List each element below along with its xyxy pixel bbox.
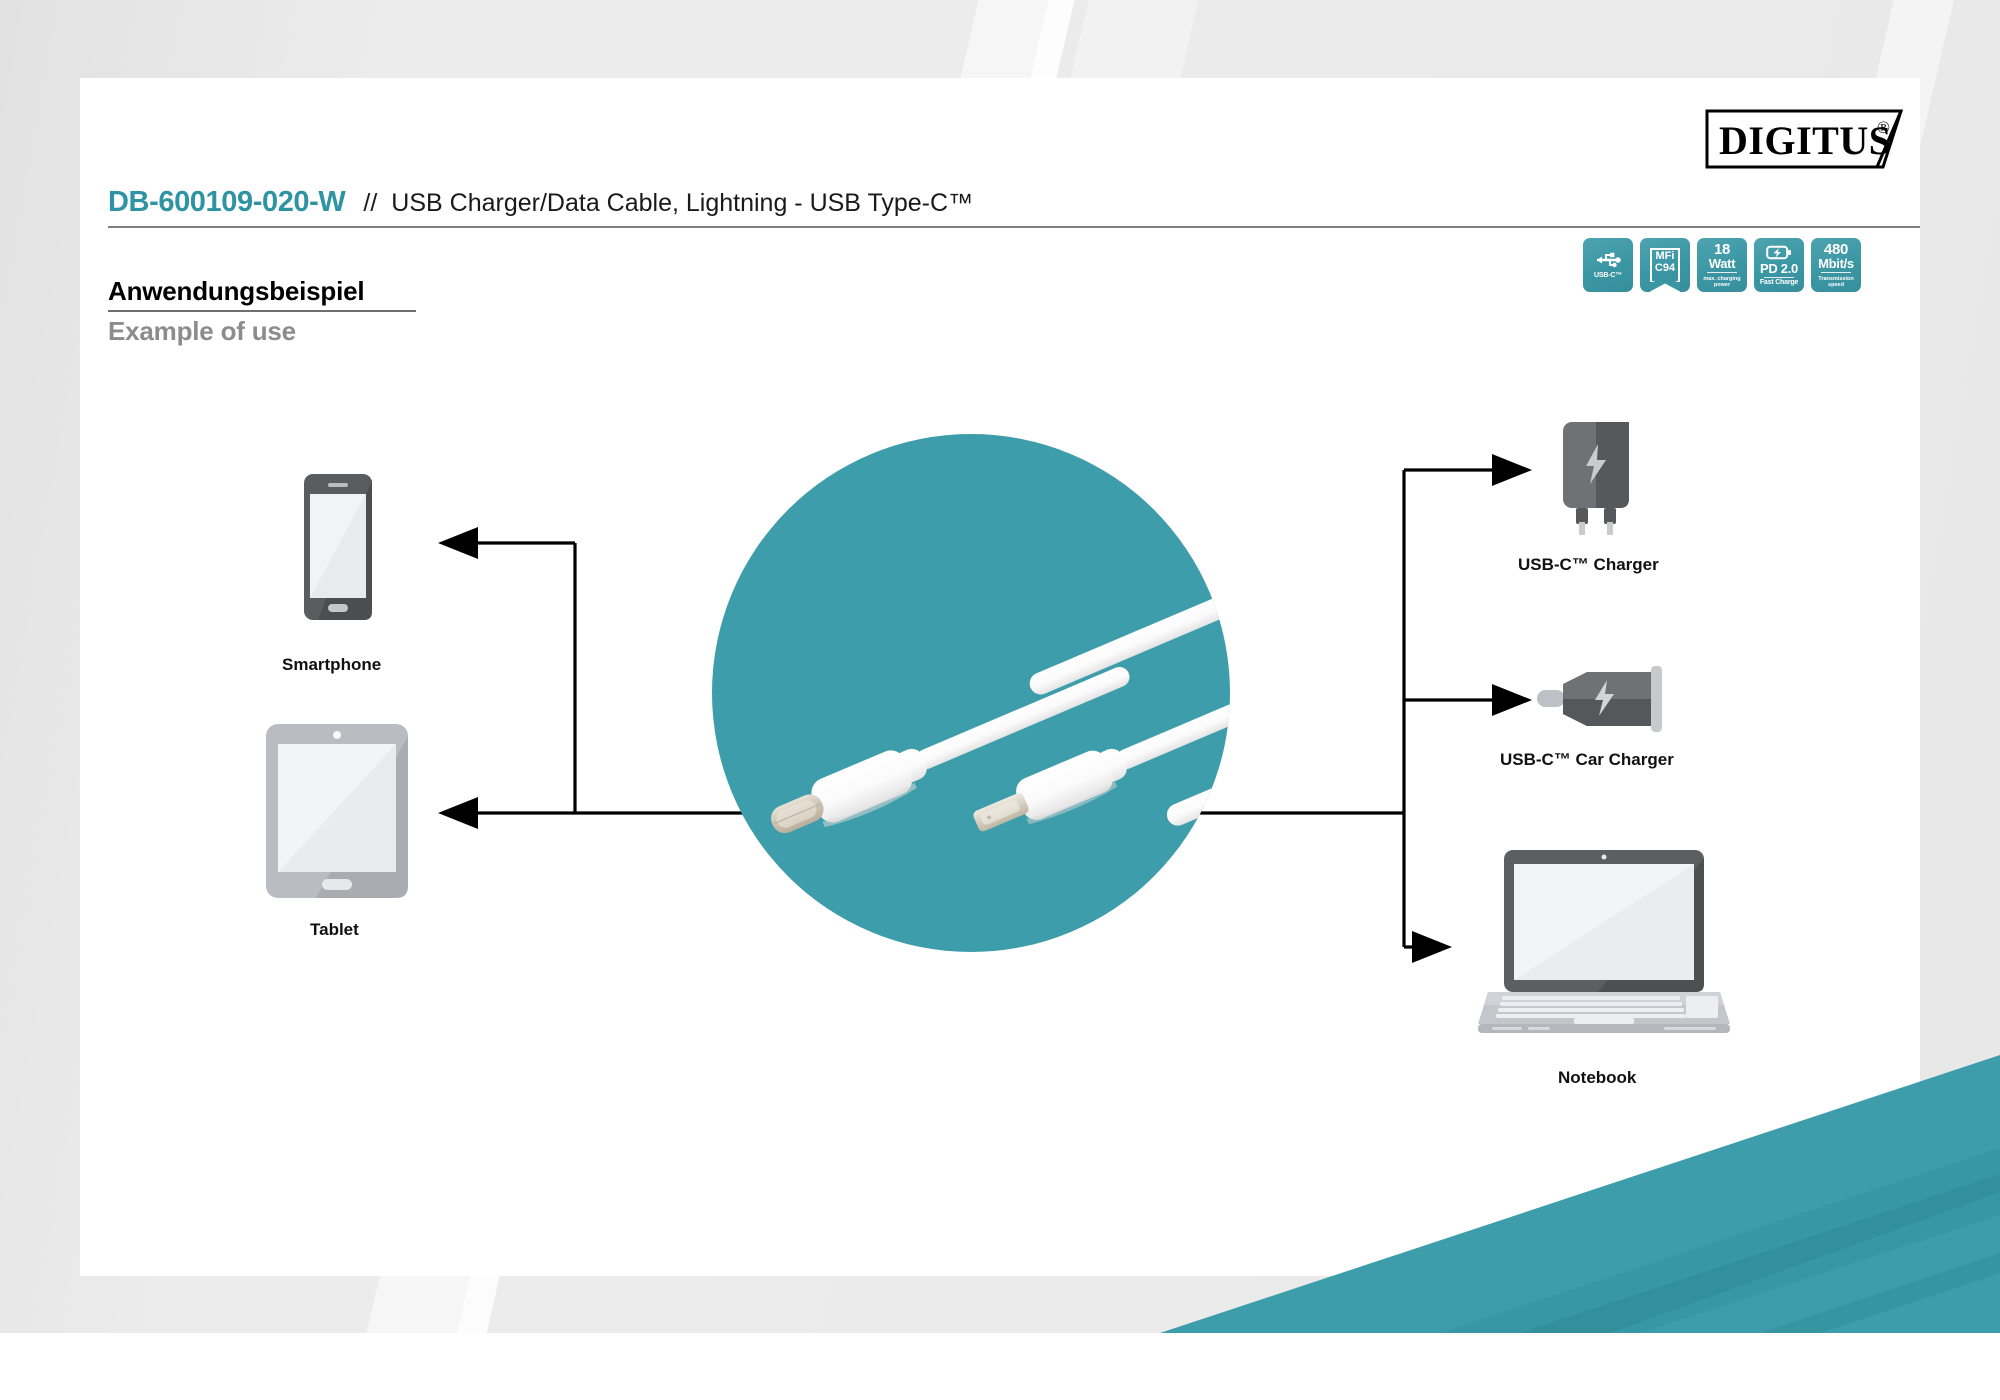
usb-c-car-charger-icon	[1537, 666, 1662, 732]
badge-mfi-line1: MFi	[1655, 250, 1675, 262]
usb-c-charger-icon	[1563, 422, 1629, 535]
badge-watt: 18 Watt max. charging power	[1697, 238, 1747, 292]
badge-speed-value: 480	[1823, 240, 1849, 258]
badge-divider	[1821, 271, 1851, 273]
notebook-icon	[1478, 850, 1730, 1033]
usb-c-charger-label: USB-C™ Charger	[1518, 555, 1659, 574]
smartphone-icon	[304, 474, 372, 620]
badge-watt-unit: Watt	[1708, 255, 1736, 271]
tablet-label: Tablet	[310, 920, 359, 939]
usb-trident-icon	[1597, 252, 1621, 268]
badge-speed: 480 Mbit/s Transmission speed	[1811, 238, 1861, 292]
tablet-icon	[266, 724, 408, 898]
badge-usb-c: USB-C™	[1583, 238, 1633, 292]
product-image-circle	[712, 434, 1230, 952]
battery-bolt-icon	[1766, 245, 1791, 259]
feature-badges: USB-C™ MFi C94 18 Watt max. charging pow…	[1583, 238, 1861, 294]
cable-illustration	[771, 563, 1230, 834]
usb-c-connector	[771, 667, 1130, 834]
usb-c-car-charger-label: USB-C™ Car Charger	[1500, 750, 1674, 769]
title-separator: //	[363, 189, 378, 217]
ribbon-icon: MFi C94	[1650, 248, 1680, 294]
cable-right-stub	[1166, 741, 1230, 826]
badge-watt-caption: max. charging power	[1703, 275, 1741, 288]
section-heading-de: Anwendungsbeispiel	[108, 276, 365, 306]
section-heading-en: Example of use	[108, 316, 296, 346]
badge-mfi-line2: C94	[1654, 261, 1676, 274]
badge-usb-c-label: USB-C™	[1594, 272, 1622, 279]
digitus-logo: DIGITUS ®	[1705, 108, 1917, 170]
notebook-label: Notebook	[1558, 1068, 1637, 1087]
badge-watt-value: 18	[1713, 240, 1731, 258]
badge-pd-caption: Fast Charge	[1759, 278, 1799, 286]
badge-speed-caption: Transmission speed	[1818, 275, 1854, 288]
badge-speed-unit: Mbit/s	[1818, 255, 1854, 271]
product-sku: DB-600109-020-W	[108, 186, 346, 218]
badge-divider	[1707, 271, 1737, 273]
title-divider	[108, 226, 1920, 228]
logo-registered-mark: ®	[1877, 118, 1890, 137]
badge-mfi: MFi C94	[1640, 238, 1690, 294]
badge-pd-value: PD 2.0	[1760, 260, 1798, 276]
smartphone-label: Smartphone	[282, 655, 382, 674]
product-description: USB Charger/Data Cable, Lightning - USB …	[391, 189, 974, 217]
badge-divider	[1764, 276, 1794, 278]
logo-wordmark: DIGITUS	[1719, 118, 1892, 163]
product-title-row: DB-600109-020-W // USB Charger/Data Cabl…	[108, 186, 1918, 219]
badge-pd: PD 2.0 Fast Charge	[1754, 238, 1804, 292]
section-heading-divider	[108, 310, 416, 312]
